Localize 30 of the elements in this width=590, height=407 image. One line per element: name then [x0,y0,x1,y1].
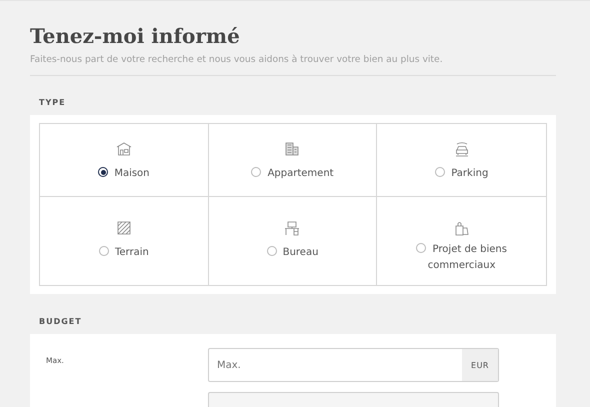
input-field[interactable]: Max. EUR [208,348,499,382]
option-label: Terrain [114,247,149,258]
type-option[interactable]: Bureau [208,197,378,285]
radio-button[interactable] [251,167,262,178]
type-option[interactable]: Maison [40,124,209,197]
radio-button[interactable] [435,167,446,178]
option-label: Bureau [282,247,318,258]
radio-button[interactable] [98,167,108,178]
shopping-bags-icon [454,220,470,236]
text-input[interactable]: Max. [209,349,462,381]
type-option[interactable]: Appartement [208,124,378,197]
radio-button[interactable] [416,243,426,254]
radio-button[interactable] [266,246,277,256]
car-icon [454,141,470,157]
section-heading: BUDGET [39,317,83,326]
type-option[interactable]: Terrain [40,197,209,285]
page-title: Tenez-moi informé [30,23,241,49]
type-option[interactable]: Parking [377,124,546,197]
radio-button[interactable] [98,246,109,256]
type-option[interactable]: Projet de biens commerciaux [377,197,546,285]
section-heading: TYPE [39,98,67,107]
option-label: Projet de biens commerciaux [428,244,507,271]
option-label: Parking [451,168,488,179]
page-subtitle: Faites-nous part de votre recherche et nous vous aidons à trouver votre bien au plus vite. [30,54,444,65]
option-label: Appartement [268,168,334,179]
desk-icon [284,220,300,236]
house-icon [116,141,132,157]
building-icon [284,141,300,157]
option-label: Maison [114,168,150,179]
currency-label: EUR [462,349,498,381]
